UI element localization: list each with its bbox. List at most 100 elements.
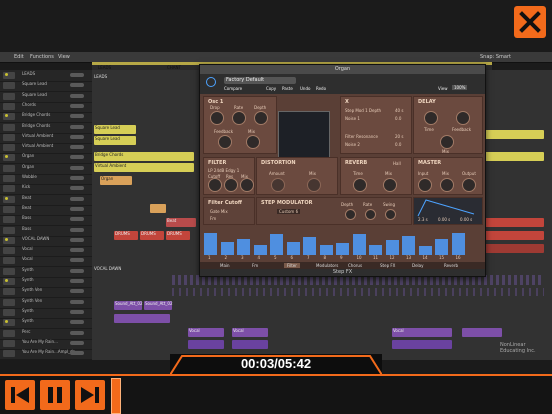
reverb-time-knob[interactable] <box>353 178 367 192</box>
track-volume-slider[interactable] <box>70 279 84 283</box>
previous-button[interactable] <box>5 380 35 410</box>
region-bass-right[interactable] <box>480 244 544 253</box>
amount-knob[interactable] <box>271 178 285 192</box>
filter-res-value[interactable]: 20 s <box>395 134 403 139</box>
undo-button[interactable]: Undo <box>300 86 310 91</box>
step-bar[interactable] <box>418 246 432 255</box>
region-drums-3[interactable]: DRUMS <box>166 231 190 240</box>
track-volume-slider[interactable] <box>70 248 84 253</box>
fx-tab[interactable]: Delay <box>412 263 423 268</box>
track-volume-slider[interactable] <box>70 206 84 211</box>
env-release-value[interactable]: 0.00 s <box>460 217 472 222</box>
next-button[interactable] <box>75 380 105 410</box>
step-depth-knob[interactable] <box>345 209 356 220</box>
track-volume-slider[interactable] <box>70 258 84 263</box>
menu-functions[interactable]: Functions <box>30 54 54 60</box>
filter-mode[interactable]: LP 24dB Edgy 1 <box>208 168 239 173</box>
env-attack-value[interactable]: 2.3 s <box>418 217 428 222</box>
step-bar[interactable] <box>319 244 333 255</box>
step-bar[interactable] <box>237 238 250 255</box>
noise-1-value[interactable]: 0.0 <box>395 116 401 121</box>
menu-edit[interactable]: Edit <box>14 54 24 60</box>
res-knob[interactable] <box>224 178 238 192</box>
region-beat[interactable]: Beat <box>166 218 196 227</box>
region-vocal-2[interactable]: Sound_Att_02 <box>144 301 173 310</box>
reverb-mix-knob[interactable] <box>383 178 397 192</box>
track-volume-slider[interactable] <box>70 330 84 335</box>
track-volume-slider[interactable] <box>70 186 84 191</box>
track-volume-slider[interactable] <box>70 165 84 170</box>
region-vocal-1[interactable]: Sound_Att_02 <box>114 301 143 310</box>
step-bar[interactable] <box>270 234 283 255</box>
region-drums-right-2[interactable] <box>480 231 544 240</box>
step-bar[interactable] <box>451 232 465 255</box>
step-bar[interactable] <box>336 243 349 255</box>
region-fx[interactable] <box>150 204 166 213</box>
region-bridge-chords[interactable]: Bridge Chords <box>94 152 194 161</box>
track-volume-slider[interactable] <box>70 340 84 345</box>
step-swing-knob[interactable] <box>385 209 396 220</box>
step-bar[interactable] <box>369 244 382 255</box>
noise-2-value[interactable]: 0.0 <box>395 142 401 147</box>
fx-tab[interactable]: Fm <box>252 263 258 268</box>
track-volume-slider[interactable] <box>70 196 84 201</box>
region-virtual-ambient[interactable]: Virtual Ambient <box>94 163 194 172</box>
step-bar[interactable] <box>220 241 234 255</box>
fx-tab[interactable]: Reverb <box>444 263 458 268</box>
step-bar[interactable] <box>204 232 217 255</box>
region-square-lead-2[interactable]: Square Lead <box>94 136 136 145</box>
step-mod-preset[interactable]: Custom 6 <box>277 209 301 214</box>
region-vocal-7[interactable] <box>462 328 502 337</box>
track-volume-slider[interactable] <box>70 217 84 222</box>
envelope-graph[interactable] <box>414 198 482 218</box>
close-button[interactable] <box>514 6 546 38</box>
region-vocal-10[interactable] <box>392 340 452 349</box>
track-volume-slider[interactable] <box>70 268 84 273</box>
region-drums-2[interactable]: DRUMS <box>140 231 164 240</box>
region-vocal-8[interactable] <box>188 340 224 349</box>
compare-button[interactable]: Compare <box>224 86 242 91</box>
feedback-knob[interactable] <box>218 135 232 149</box>
track-volume-slider[interactable] <box>70 155 84 160</box>
input-knob[interactable] <box>418 178 432 192</box>
step-rate-knob[interactable] <box>365 209 376 220</box>
track-volume-slider[interactable] <box>70 73 84 77</box>
master-mix-knob[interactable] <box>440 178 454 192</box>
track-volume-slider[interactable] <box>70 176 84 180</box>
track-volume-slider[interactable] <box>70 124 84 129</box>
region-square-lead[interactable]: Square Lead <box>94 125 136 134</box>
track-volume-slider[interactable] <box>70 114 84 119</box>
region-vocal-6[interactable]: Vocal <box>392 328 452 337</box>
reverb-mode[interactable]: Hall <box>393 161 401 166</box>
progress-line[interactable] <box>0 374 552 376</box>
redo-button[interactable]: Redo <box>316 86 326 91</box>
organ-plugin-window[interactable]: Organ Factory Default Compare Copy Paste… <box>199 64 486 277</box>
scrub-handle[interactable] <box>111 378 121 414</box>
region-organ[interactable]: Organ <box>100 176 132 185</box>
fx-tab[interactable]: Modulators <box>316 263 338 268</box>
delay-time-knob[interactable] <box>424 111 438 125</box>
region-vocal-9[interactable] <box>232 340 268 349</box>
cutoff-knob[interactable] <box>208 178 222 192</box>
fx-tab[interactable]: Chorus <box>348 263 362 268</box>
track-volume-slider[interactable] <box>70 93 84 98</box>
step-bar[interactable] <box>385 240 399 255</box>
region-vocal-3[interactable] <box>114 314 170 323</box>
track-volume-slider[interactable] <box>70 83 84 88</box>
step-bar[interactable] <box>402 235 415 255</box>
filter-mix-knob[interactable] <box>240 178 254 192</box>
track-volume-slider[interactable] <box>70 103 84 108</box>
track-volume-slider[interactable] <box>70 320 84 325</box>
region-vocal-4[interactable]: Vocal <box>188 328 224 337</box>
power-icon[interactable] <box>206 77 216 87</box>
track-volume-slider[interactable] <box>70 227 84 232</box>
step-bar[interactable] <box>435 238 448 255</box>
delay-mix-knob[interactable] <box>440 135 454 149</box>
track-volume-slider[interactable] <box>70 289 84 294</box>
drop-knob[interactable] <box>210 111 224 125</box>
fx-tab[interactable]: Filter <box>284 263 300 268</box>
snap-select[interactable]: Snap: Smart <box>480 54 511 60</box>
fx-tab[interactable]: Main <box>220 263 230 268</box>
step-bar[interactable] <box>352 234 366 255</box>
paste-button[interactable]: Paste <box>282 86 293 91</box>
